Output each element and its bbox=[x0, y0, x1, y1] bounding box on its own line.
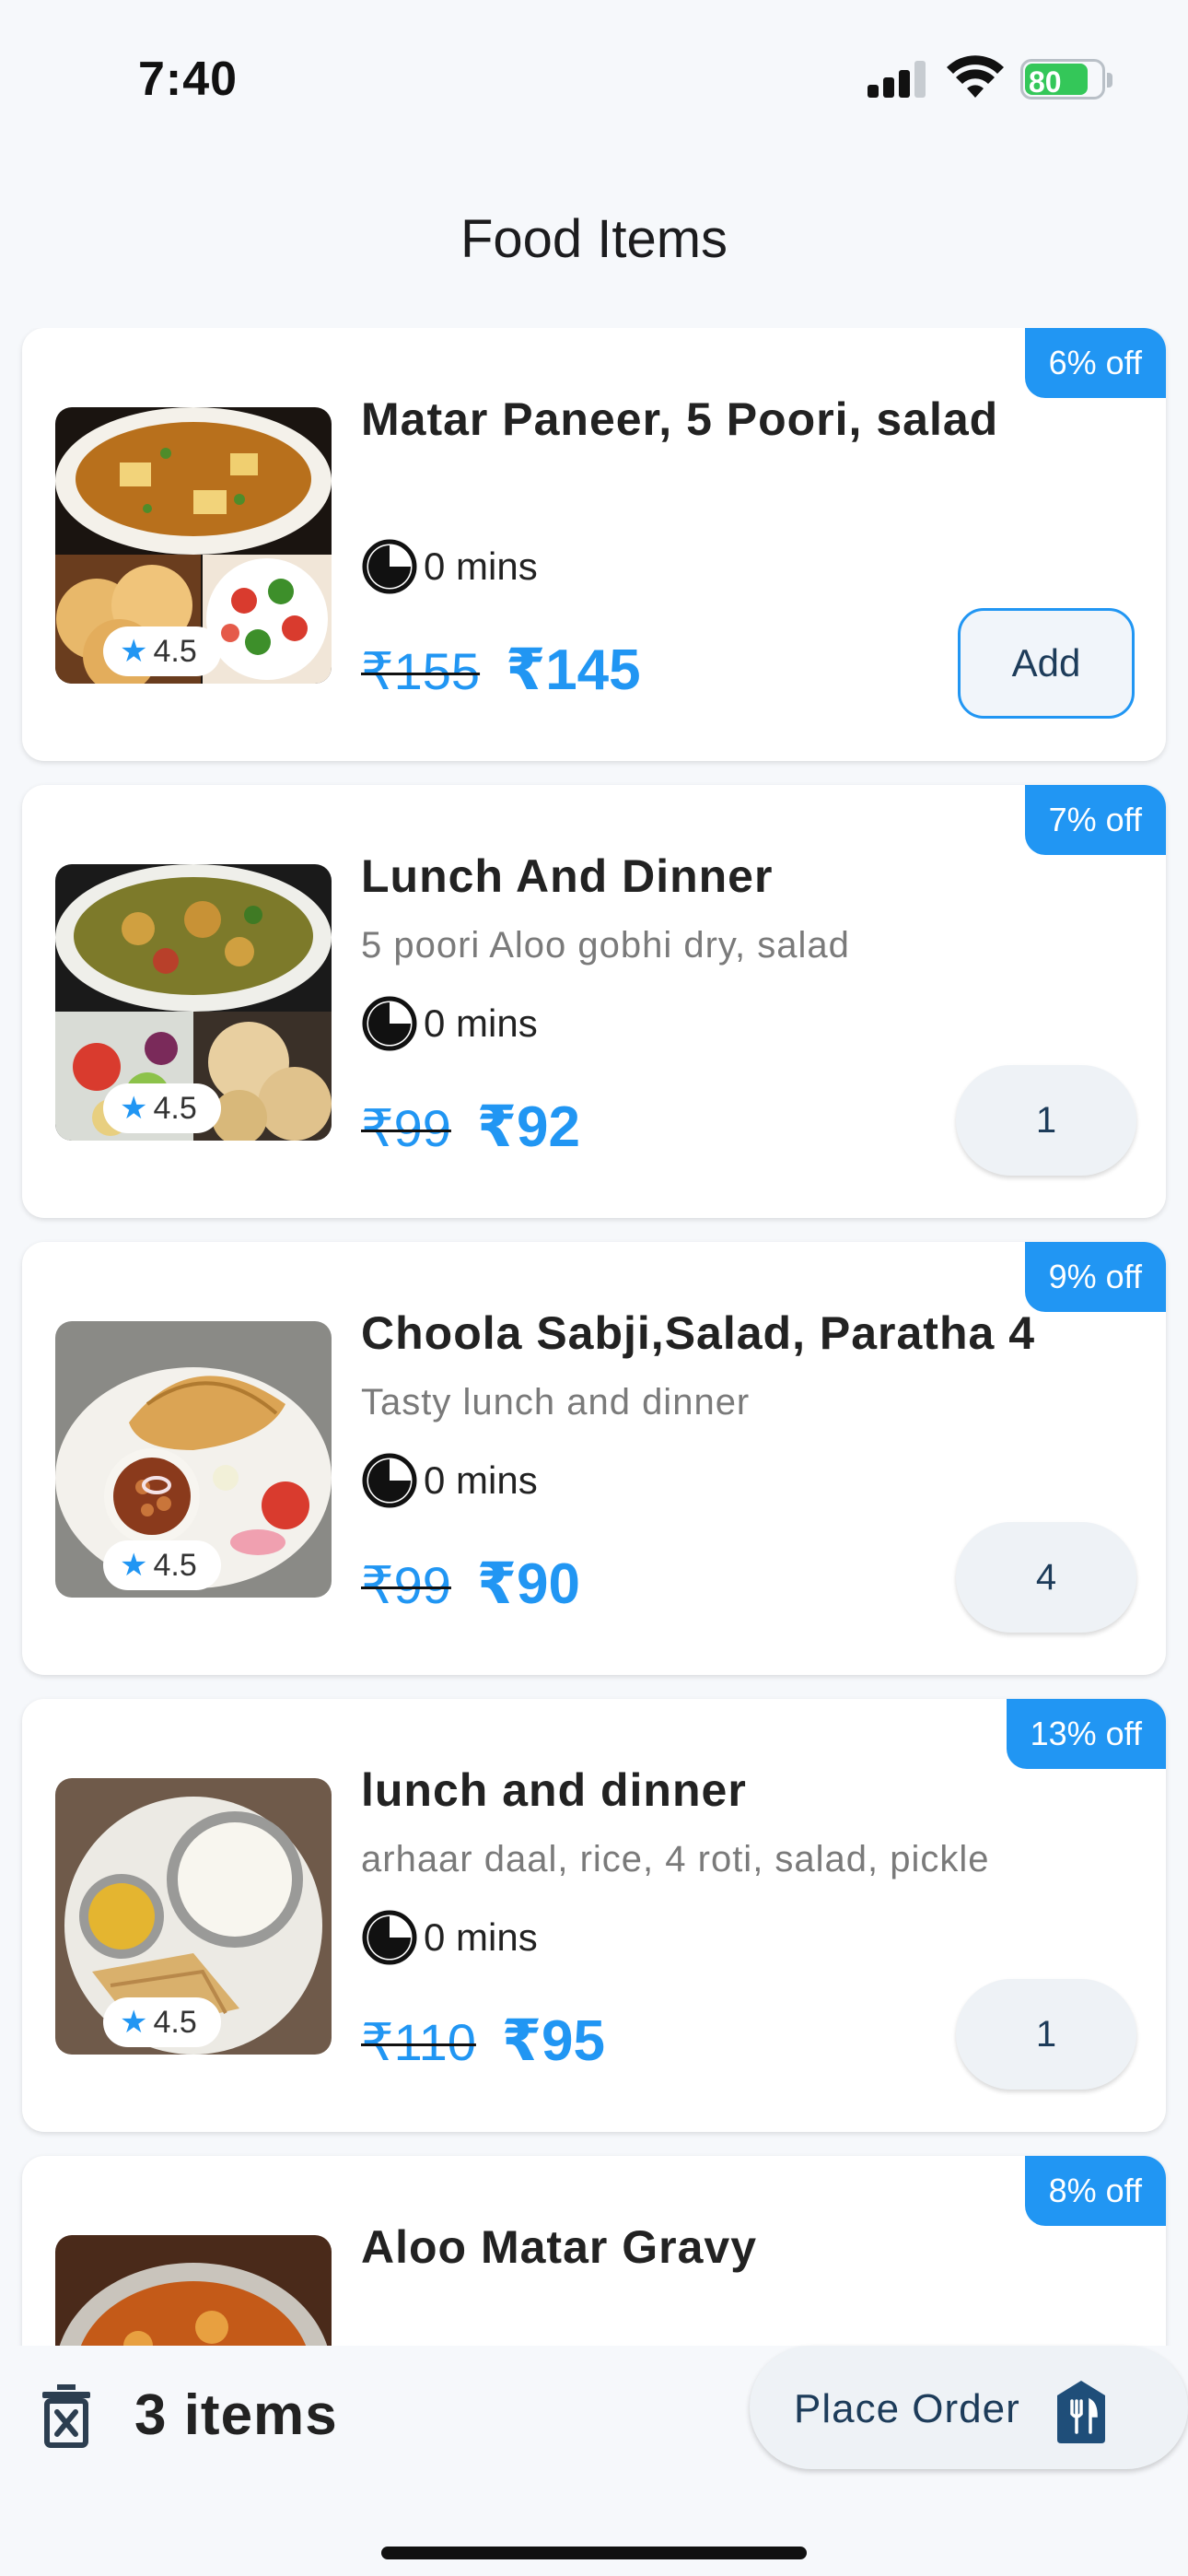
discounted-price: ₹90 bbox=[476, 1552, 581, 1616]
cart-items-count: 3 items bbox=[134, 2383, 338, 2447]
discounted-price: ₹145 bbox=[506, 638, 641, 702]
discount-badge: 13% off bbox=[1006, 1699, 1166, 1769]
original-price: ₹99 bbox=[361, 1556, 451, 1614]
time-text: 0 mins bbox=[424, 544, 538, 588]
prep-time: 0 mins bbox=[361, 995, 538, 1052]
price-row: ₹99 ₹90 bbox=[361, 1550, 580, 1617]
food-items-list[interactable]: 6% off ★ 4.5 Matar Paneer, 5 Poori, salad… bbox=[0, 328, 1188, 2346]
original-price: ₹110 bbox=[361, 2013, 476, 2071]
wifi-icon bbox=[947, 55, 1004, 98]
clock-icon bbox=[362, 539, 417, 594]
food-item-card[interactable]: 13% off ★ 4.5 lunch and dinner arhaar daa… bbox=[22, 1699, 1166, 2132]
star-icon: ★ bbox=[120, 1091, 148, 1126]
discount-badge: 8% off bbox=[1024, 2156, 1166, 2226]
quantity-button[interactable]: 1 bbox=[956, 1065, 1136, 1176]
quantity-button[interactable]: 1 bbox=[956, 1979, 1136, 2090]
food-item-card[interactable]: 6% off ★ 4.5 Matar Paneer, 5 Poori, salad… bbox=[22, 328, 1166, 761]
prep-time: 0 mins bbox=[361, 1452, 538, 1509]
price-row: ₹99 ₹92 bbox=[361, 1093, 580, 1160]
food-item-card[interactable]: 7% off ★ 4.5 Lunch And Dinner 5 poori Alo… bbox=[22, 785, 1166, 1218]
food-item-card[interactable]: 9% off ★ 4.5 Choola Sabji,Salad, Paratha … bbox=[22, 1242, 1166, 1675]
rating-value: 4.5 bbox=[153, 634, 197, 669]
page-title: Food Items bbox=[460, 209, 728, 269]
add-button[interactable]: Add bbox=[958, 608, 1135, 719]
status-time: 7:40 bbox=[138, 53, 239, 106]
food-item-card[interactable]: 8% off Aloo Matar Gravy bbox=[22, 2156, 1166, 2346]
rating-value: 4.5 bbox=[153, 2005, 197, 2040]
prep-time: 0 mins bbox=[361, 538, 538, 595]
time-text: 0 mins bbox=[424, 1001, 538, 1045]
rating-value: 4.5 bbox=[153, 1091, 197, 1126]
discount-badge: 6% off bbox=[1024, 328, 1166, 398]
item-name: Choola Sabji,Salad, Paratha 4 bbox=[361, 1307, 1036, 1359]
item-name: Matar Paneer, 5 Poori, salad bbox=[361, 393, 999, 445]
quantity-button[interactable]: 4 bbox=[956, 1522, 1136, 1633]
discount-badge: 7% off bbox=[1024, 785, 1166, 855]
discounted-price: ₹95 bbox=[501, 2009, 606, 2073]
star-icon: ★ bbox=[120, 2005, 148, 2040]
price-row: ₹155 ₹145 bbox=[361, 636, 641, 703]
clock-icon bbox=[362, 1910, 417, 1965]
item-name: Aloo Matar Gravy bbox=[361, 2221, 758, 2273]
original-price: ₹155 bbox=[361, 642, 481, 700]
star-icon: ★ bbox=[120, 1548, 148, 1583]
item-name: lunch and dinner bbox=[361, 1764, 747, 1816]
bottom-bar: 3 items Place Order bbox=[0, 2346, 1188, 2576]
item-name: Lunch And Dinner bbox=[361, 850, 774, 902]
discounted-price: ₹92 bbox=[476, 1095, 581, 1159]
home-indicator bbox=[381, 2547, 807, 2559]
time-text: 0 mins bbox=[424, 1915, 538, 1959]
rating-value: 4.5 bbox=[153, 1548, 197, 1583]
prep-time: 0 mins bbox=[361, 1909, 538, 1966]
discount-badge: 9% off bbox=[1024, 1242, 1166, 1312]
rating-badge: ★ 4.5 bbox=[103, 626, 221, 676]
rating-badge: ★ 4.5 bbox=[103, 1083, 221, 1133]
cellular-signal-icon bbox=[868, 61, 928, 98]
clock-icon bbox=[362, 1453, 417, 1508]
food-image bbox=[55, 2235, 332, 2346]
star-icon: ★ bbox=[120, 634, 148, 669]
original-price: ₹99 bbox=[361, 1099, 451, 1157]
battery-level: 80 bbox=[1029, 65, 1062, 99]
status-bar: 7:40 80 bbox=[0, 0, 1188, 138]
time-text: 0 mins bbox=[424, 1458, 538, 1502]
place-order-label: Place Order bbox=[794, 2386, 1020, 2431]
item-description: Tasty lunch and dinner bbox=[361, 1382, 751, 1423]
restaurant-icon bbox=[1057, 2381, 1105, 2443]
battery-icon: 80 bbox=[1020, 59, 1112, 100]
price-row: ₹110 ₹95 bbox=[361, 2007, 605, 2074]
clock-icon bbox=[362, 996, 417, 1051]
trash-x-icon[interactable] bbox=[39, 2383, 94, 2449]
item-description: arhaar daal, rice, 4 roti, salad, pickle bbox=[361, 1839, 990, 1879]
rating-badge: ★ 4.5 bbox=[103, 1997, 221, 2047]
place-order-button[interactable]: Place Order bbox=[750, 2346, 1188, 2469]
rating-badge: ★ 4.5 bbox=[103, 1540, 221, 1590]
item-description: 5 poori Aloo gobhi dry, salad bbox=[361, 925, 850, 966]
